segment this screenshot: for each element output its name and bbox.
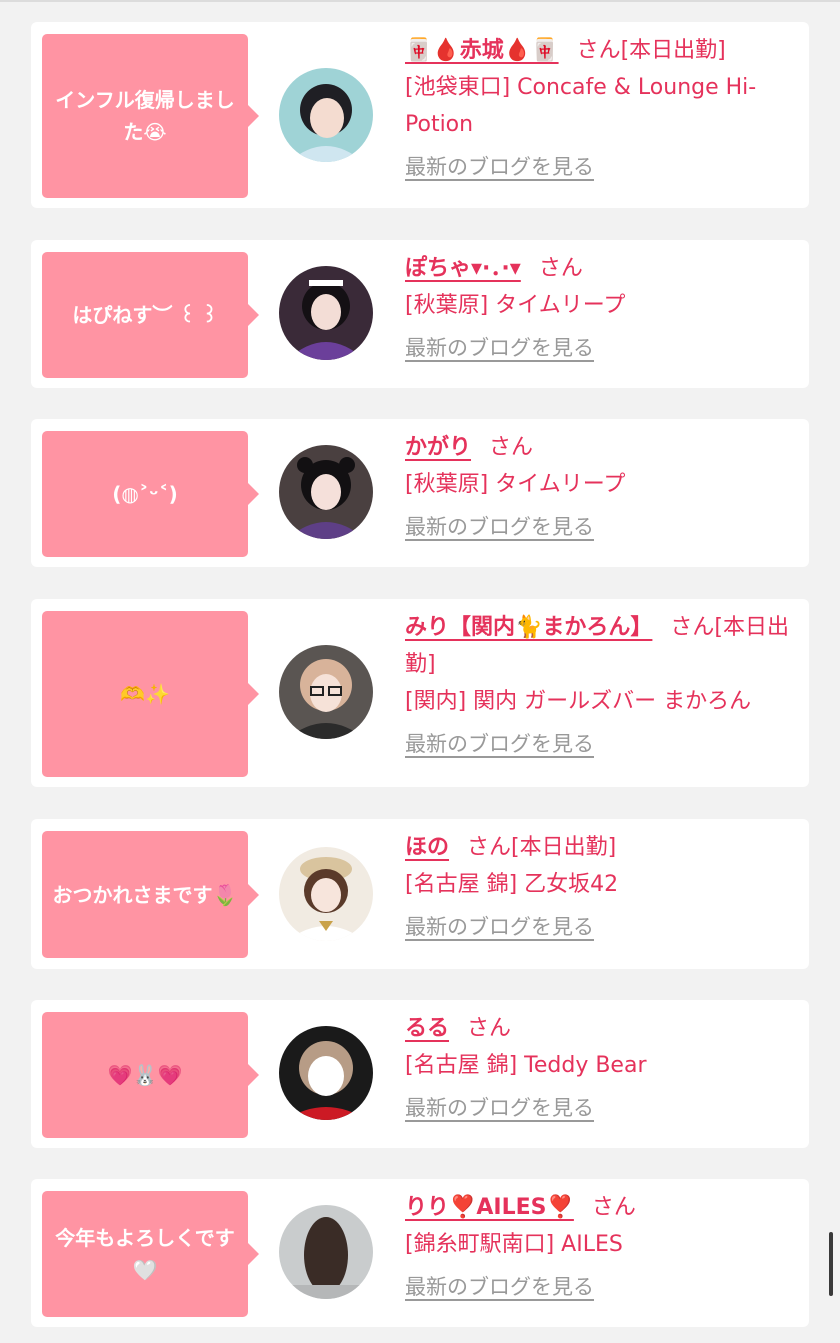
shop-label: [池袋東口] Concafe & Lounge Hi-Potion — [405, 75, 757, 137]
comment-text: 今年もよろしくです🤍 — [55, 1226, 235, 1282]
san-suffix: さん — [591, 1195, 636, 1220]
shop-label: [錦糸町駅南口] AILES — [405, 1232, 623, 1257]
san-suffix: さん — [576, 38, 621, 63]
comment-bubble: 今年もよろしくです🤍 — [42, 1191, 259, 1317]
status-label: [本日出勤] — [620, 38, 726, 63]
san-suffix: さん — [467, 835, 512, 860]
avatar[interactable] — [279, 445, 373, 539]
shop-label: [名古屋 錦] Teddy Bear — [405, 1053, 647, 1078]
comment-text: (◍˃ᵕ˂) — [112, 482, 178, 506]
san-suffix: さん — [538, 256, 583, 281]
cast-name-link[interactable]: るる — [405, 1016, 449, 1041]
blog-card: インフル復帰しました😭 🀄🩸赤城🩸🀄 さん[本日出勤] [池袋東口] Concaf… — [31, 22, 809, 208]
shop-label: [秋葉原] タイムリープ — [405, 472, 626, 497]
san-suffix: さん — [467, 1016, 512, 1041]
entry-info: かがり さん [秋葉原] タイムリープ 最新のブログを見る — [405, 429, 801, 546]
latest-blog-link[interactable]: 最新のブログを見る — [405, 909, 594, 946]
avatar[interactable] — [279, 847, 373, 941]
shop-label: [名古屋 錦] 乙女坂42 — [405, 872, 619, 897]
cast-name-link[interactable]: かがり — [405, 435, 471, 460]
latest-blog-link[interactable]: 最新のブログを見る — [405, 149, 594, 186]
avatar[interactable] — [279, 266, 373, 360]
comment-bubble: おつかれさまです🌷 — [42, 831, 259, 958]
blog-card: 💗🐰💗 るる さん [名古屋 錦] Teddy Bear 最新のブログを見る — [31, 1000, 809, 1148]
comment-text: 💗🐰💗 — [107, 1063, 183, 1087]
comment-bubble: インフル復帰しました😭 — [42, 34, 259, 198]
san-suffix: さん — [670, 615, 715, 640]
comment-text: 🫶✨ — [120, 682, 170, 706]
comment-text: インフル復帰しました😭 — [55, 88, 235, 144]
entry-info: るる さん [名古屋 錦] Teddy Bear 最新のブログを見る — [405, 1010, 801, 1127]
blog-card: 🫶✨ みり【関内🐈まかろん】 さん[本日出勤] [関内] 関内 ガールズバー まか… — [31, 599, 809, 787]
comment-bubble: 💗🐰💗 — [42, 1012, 259, 1138]
cast-name-link[interactable]: みり【関内🐈まかろん】 — [405, 615, 652, 640]
avatar[interactable] — [279, 645, 373, 739]
scrollbar-thumb[interactable] — [829, 1232, 833, 1296]
latest-blog-link[interactable]: 最新のブログを見る — [405, 1269, 594, 1306]
blog-card: 今年もよろしくです🤍 りり❣️AILES❣️ さん [錦糸町駅南口] AILES … — [31, 1179, 809, 1327]
shop-label: [秋葉原] タイムリープ — [405, 293, 626, 318]
avatar[interactable] — [279, 68, 373, 162]
latest-blog-link[interactable]: 最新のブログを見る — [405, 726, 594, 763]
entry-info: ぽちゃ▾·．·▾ さん [秋葉原] タイムリープ 最新のブログを見る — [405, 250, 801, 367]
latest-blog-link[interactable]: 最新のブログを見る — [405, 330, 594, 367]
comment-bubble: 🫶✨ — [42, 611, 259, 777]
cast-name-link[interactable]: ぽちゃ▾·．·▾ — [405, 256, 521, 281]
latest-blog-link[interactable]: 最新のブログを見る — [405, 1090, 594, 1127]
avatar[interactable] — [279, 1026, 373, 1120]
blog-card: (◍˃ᵕ˂) かがり さん [秋葉原] タイムリープ 最新のブログを見る — [31, 419, 809, 567]
entry-info: ほの さん[本日出勤] [名古屋 錦] 乙女坂42 最新のブログを見る — [405, 829, 801, 946]
entry-info: みり【関内🐈まかろん】 さん[本日出勤] [関内] 関内 ガールズバー まかろん … — [405, 609, 801, 763]
entry-info: 🀄🩸赤城🩸🀄 さん[本日出勤] [池袋東口] Concafe & Lounge H… — [405, 32, 801, 186]
comment-text: おつかれさまです🌷 — [52, 882, 238, 907]
cast-name-link[interactable]: 🀄🩸赤城🩸🀄 — [405, 38, 559, 63]
latest-blog-link[interactable]: 最新のブログを見る — [405, 509, 594, 546]
comment-text: はぴねす︶ ꒰ ꒱ — [72, 303, 218, 327]
san-suffix: さん — [489, 435, 534, 460]
entry-info: りり❣️AILES❣️ さん [錦糸町駅南口] AILES 最新のブログを見る — [405, 1189, 801, 1306]
blog-card: おつかれさまです🌷 ほの さん[本日出勤] [名古屋 錦] 乙女坂42 最新のブロ… — [31, 819, 809, 969]
comment-bubble: (◍˃ᵕ˂) — [42, 431, 259, 557]
shop-label: [関内] 関内 ガールズバー まかろん — [405, 689, 752, 714]
top-divider — [0, 0, 840, 2]
comment-bubble: はぴねす︶ ꒰ ꒱ — [42, 252, 259, 378]
cast-name-link[interactable]: りり❣️AILES❣️ — [405, 1195, 574, 1220]
avatar[interactable] — [279, 1205, 373, 1299]
blog-card: はぴねす︶ ꒰ ꒱ ぽちゃ▾·．·▾ さん [秋葉原] タイムリープ 最新のブログ… — [31, 240, 809, 388]
status-label: [本日出勤] — [511, 835, 617, 860]
cast-name-link[interactable]: ほの — [405, 835, 449, 860]
